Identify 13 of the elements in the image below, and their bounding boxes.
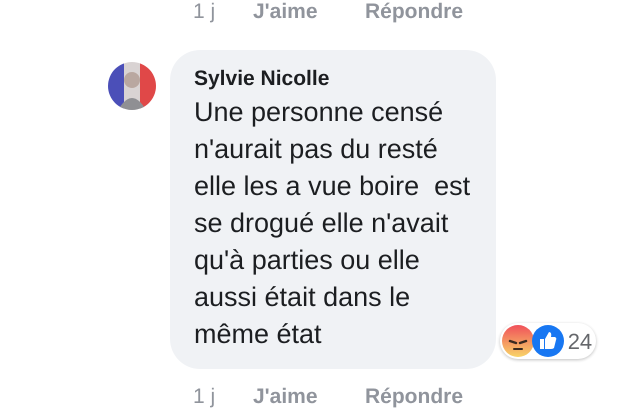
like-link[interactable]: J'aime <box>253 0 365 28</box>
reply-link[interactable]: Répondre <box>365 0 464 28</box>
like-link[interactable]: J'aime <box>253 381 365 412</box>
angry-face-icon <box>502 325 534 357</box>
thumbs-up-icon <box>532 325 564 357</box>
comment-time[interactable]: 1 j <box>193 0 253 28</box>
avatar-icon <box>108 62 156 110</box>
reply-link[interactable]: Répondre <box>365 381 464 412</box>
comment-text: Une personne censé n'aurait pas du resté elle les a vue boire est se drogué elle n'avait qu'à parties ou elle aussi était dans le même état <box>194 96 470 351</box>
comment-time[interactable]: 1 j <box>193 381 253 412</box>
reactions-pill[interactable]: 24 <box>500 323 596 359</box>
author-name[interactable]: Sylvie Nicolle <box>194 64 470 94</box>
reaction-count: 24 <box>568 328 592 356</box>
